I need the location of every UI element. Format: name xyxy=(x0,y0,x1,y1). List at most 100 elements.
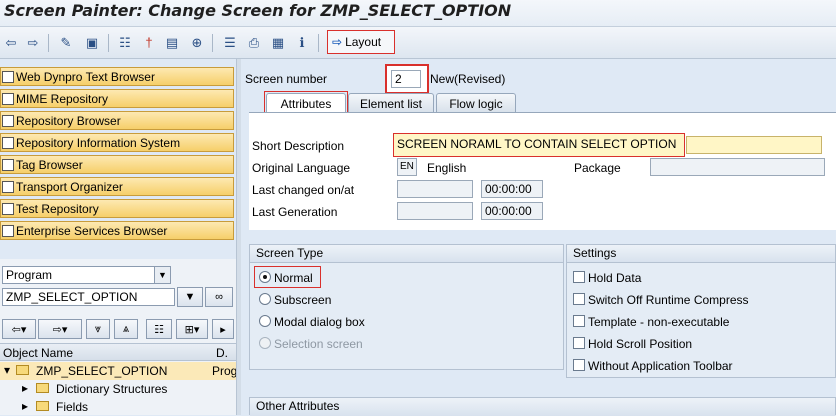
navigate-icon[interactable]: ⊕ xyxy=(189,35,205,51)
collapse-triangle-icon[interactable]: ▸ xyxy=(22,381,28,395)
last-changed-date xyxy=(397,180,473,198)
mime-icon xyxy=(2,92,14,105)
nav-label: Test Repository xyxy=(16,201,99,216)
short-description-input[interactable]: SCREEN NORAML TO CONTAIN SELECT OPTION xyxy=(393,133,685,157)
chevron-down-icon[interactable]: ▼ xyxy=(154,267,170,283)
last-changed-label: Last changed on/at xyxy=(252,183,355,197)
short-description-input-extension[interactable] xyxy=(686,136,822,154)
radio-modal-dialog[interactable] xyxy=(259,315,271,327)
grid-icon: ⊞▾ xyxy=(184,323,200,336)
expand-triangle-icon[interactable]: ▾ xyxy=(4,363,10,377)
tree-row-desc: Prog xyxy=(212,364,238,378)
nav-back-button[interactable]: ⇦▾ xyxy=(2,319,36,339)
original-language-name: English xyxy=(427,161,467,175)
settings-menu-button[interactable]: ⊞▾ xyxy=(176,319,208,339)
window-title: Screen Painter: Change Screen for ZMP_SE… xyxy=(4,1,512,20)
pane-splitter[interactable] xyxy=(236,59,241,415)
display-glasses-button[interactable]: ∞ xyxy=(205,287,233,307)
layout-button[interactable]: ⇨ Layout xyxy=(327,30,395,54)
last-changed-time: 00:00:00 xyxy=(481,180,543,198)
tree-row[interactable]: ▾ ZMP_SELECT_OPTION Prog xyxy=(0,362,238,380)
screen-number-field[interactable]: 2 xyxy=(391,70,421,88)
checkbox-without-application-toolbar-label: Without Application Toolbar xyxy=(588,359,733,373)
last-generation-date xyxy=(397,202,473,220)
expand-all-button[interactable]: ⩔ xyxy=(86,319,110,339)
object-name-value: ZMP_SELECT_OPTION xyxy=(6,290,138,304)
nav-repository-browser[interactable]: Repository Browser xyxy=(0,111,234,130)
radio-normal-label: Normal xyxy=(274,271,313,285)
radio-subscreen-label: Subscreen xyxy=(274,293,332,307)
screen-number-highlight: 2 xyxy=(385,64,429,94)
nav-label: Tag Browser xyxy=(16,157,83,172)
column-header-description[interactable]: D. xyxy=(216,346,228,360)
element-list-icon[interactable]: ▦ xyxy=(270,35,286,51)
tree-row-name: Fields xyxy=(56,400,89,414)
settings-group: Settings xyxy=(566,244,836,378)
display-icon[interactable]: ▤ xyxy=(164,35,180,51)
collapse-triangle-icon[interactable]: ▸ xyxy=(22,399,28,413)
radio-subscreen[interactable] xyxy=(259,293,271,305)
original-language-code: EN xyxy=(397,158,417,176)
hierarchy-button[interactable]: ☷ xyxy=(146,319,172,339)
tree-row-name: ZMP_SELECT_OPTION xyxy=(36,364,168,378)
nav-enterprise-services-browser[interactable]: Enterprise Services Browser xyxy=(0,221,234,240)
more-button[interactable]: ▸ xyxy=(212,319,234,339)
print-icon[interactable]: ⎙ xyxy=(246,35,262,51)
original-language-label: Original Language xyxy=(252,161,351,175)
nav-test-repository[interactable]: Test Repository xyxy=(0,199,234,218)
screen-status: New(Revised) xyxy=(430,72,506,86)
object-type-value: Program xyxy=(6,268,53,282)
info-icon[interactable]: ℹ xyxy=(294,35,310,51)
layout-button-label: Layout xyxy=(345,35,382,49)
checkbox-hold-data[interactable] xyxy=(573,271,585,283)
toolbar-separator xyxy=(318,34,319,52)
checkbox-switch-off-runtime-compress[interactable] xyxy=(573,293,585,305)
nav-transport-organizer[interactable]: Transport Organizer xyxy=(0,177,234,196)
radio-normal[interactable] xyxy=(259,271,271,283)
activate-icon[interactable]: † xyxy=(141,35,157,51)
tree-header: Object Name D. xyxy=(0,343,236,361)
chevron-right-icon: ▸ xyxy=(220,323,226,336)
checkbox-hold-scroll-position[interactable] xyxy=(573,337,585,349)
checkbox-template-non-executable[interactable] xyxy=(573,315,585,327)
collapse-all-button[interactable]: ⩓ xyxy=(114,319,138,339)
tag-icon xyxy=(2,158,14,171)
nav-mime-repository[interactable]: MIME Repository xyxy=(0,89,234,108)
truck-icon xyxy=(2,180,14,193)
short-description-label: Short Description xyxy=(252,139,345,153)
repository-icon xyxy=(2,114,14,127)
checkbox-template-non-executable-label: Template - non-executable xyxy=(588,315,730,329)
package-label: Package xyxy=(574,161,621,175)
back-arrow-icon[interactable]: ⇦ xyxy=(3,35,19,51)
services-icon xyxy=(2,224,14,237)
forward-arrow-icon[interactable]: ⇨ xyxy=(25,35,41,51)
screen-structure-icon[interactable]: ☰ xyxy=(222,35,238,51)
object-name-dropdown-button[interactable]: ▼ xyxy=(177,287,203,307)
nav-forward-button[interactable]: ⇨▾ xyxy=(38,319,82,339)
nav-repository-information-system[interactable]: Repository Information System xyxy=(0,133,234,152)
object-name-input[interactable]: ZMP_SELECT_OPTION xyxy=(2,288,175,306)
object-type-select[interactable]: Program ▼ xyxy=(2,266,171,284)
edit-toggle-icon[interactable]: ✎ xyxy=(58,35,74,51)
chevron-down-icon: ▼ xyxy=(184,291,196,303)
nav-web-dynpro-text-browser[interactable]: Web Dynpro Text Browser xyxy=(0,67,234,86)
screen-type-title: Screen Type xyxy=(250,245,563,263)
tree-row-name: Dictionary Structures xyxy=(56,382,168,396)
other-object-icon[interactable]: ▣ xyxy=(84,35,100,51)
column-header-object-name[interactable]: Object Name xyxy=(3,346,73,360)
nav-tag-browser[interactable]: Tag Browser xyxy=(0,155,234,174)
toolbar-separator xyxy=(48,34,49,52)
hierarchy-icon[interactable]: ☷ xyxy=(117,35,133,51)
browser-icon xyxy=(2,70,14,83)
tree-row[interactable]: ▸ Dictionary Structures xyxy=(0,380,236,398)
nav-label: Repository Information System xyxy=(16,135,181,150)
tree-row[interactable]: ▸ Fields xyxy=(0,398,236,416)
info-system-icon xyxy=(2,136,14,149)
radio-modal-dialog-label: Modal dialog box xyxy=(274,315,365,329)
tab-element-list[interactable]: Element list xyxy=(348,93,434,113)
checkbox-hold-scroll-position-label: Hold Scroll Position xyxy=(588,337,693,351)
toolbar-separator xyxy=(212,34,213,52)
checkbox-without-application-toolbar[interactable] xyxy=(573,359,585,371)
tab-flow-logic[interactable]: Flow logic xyxy=(436,93,516,113)
screen-number-label: Screen number xyxy=(245,72,328,86)
